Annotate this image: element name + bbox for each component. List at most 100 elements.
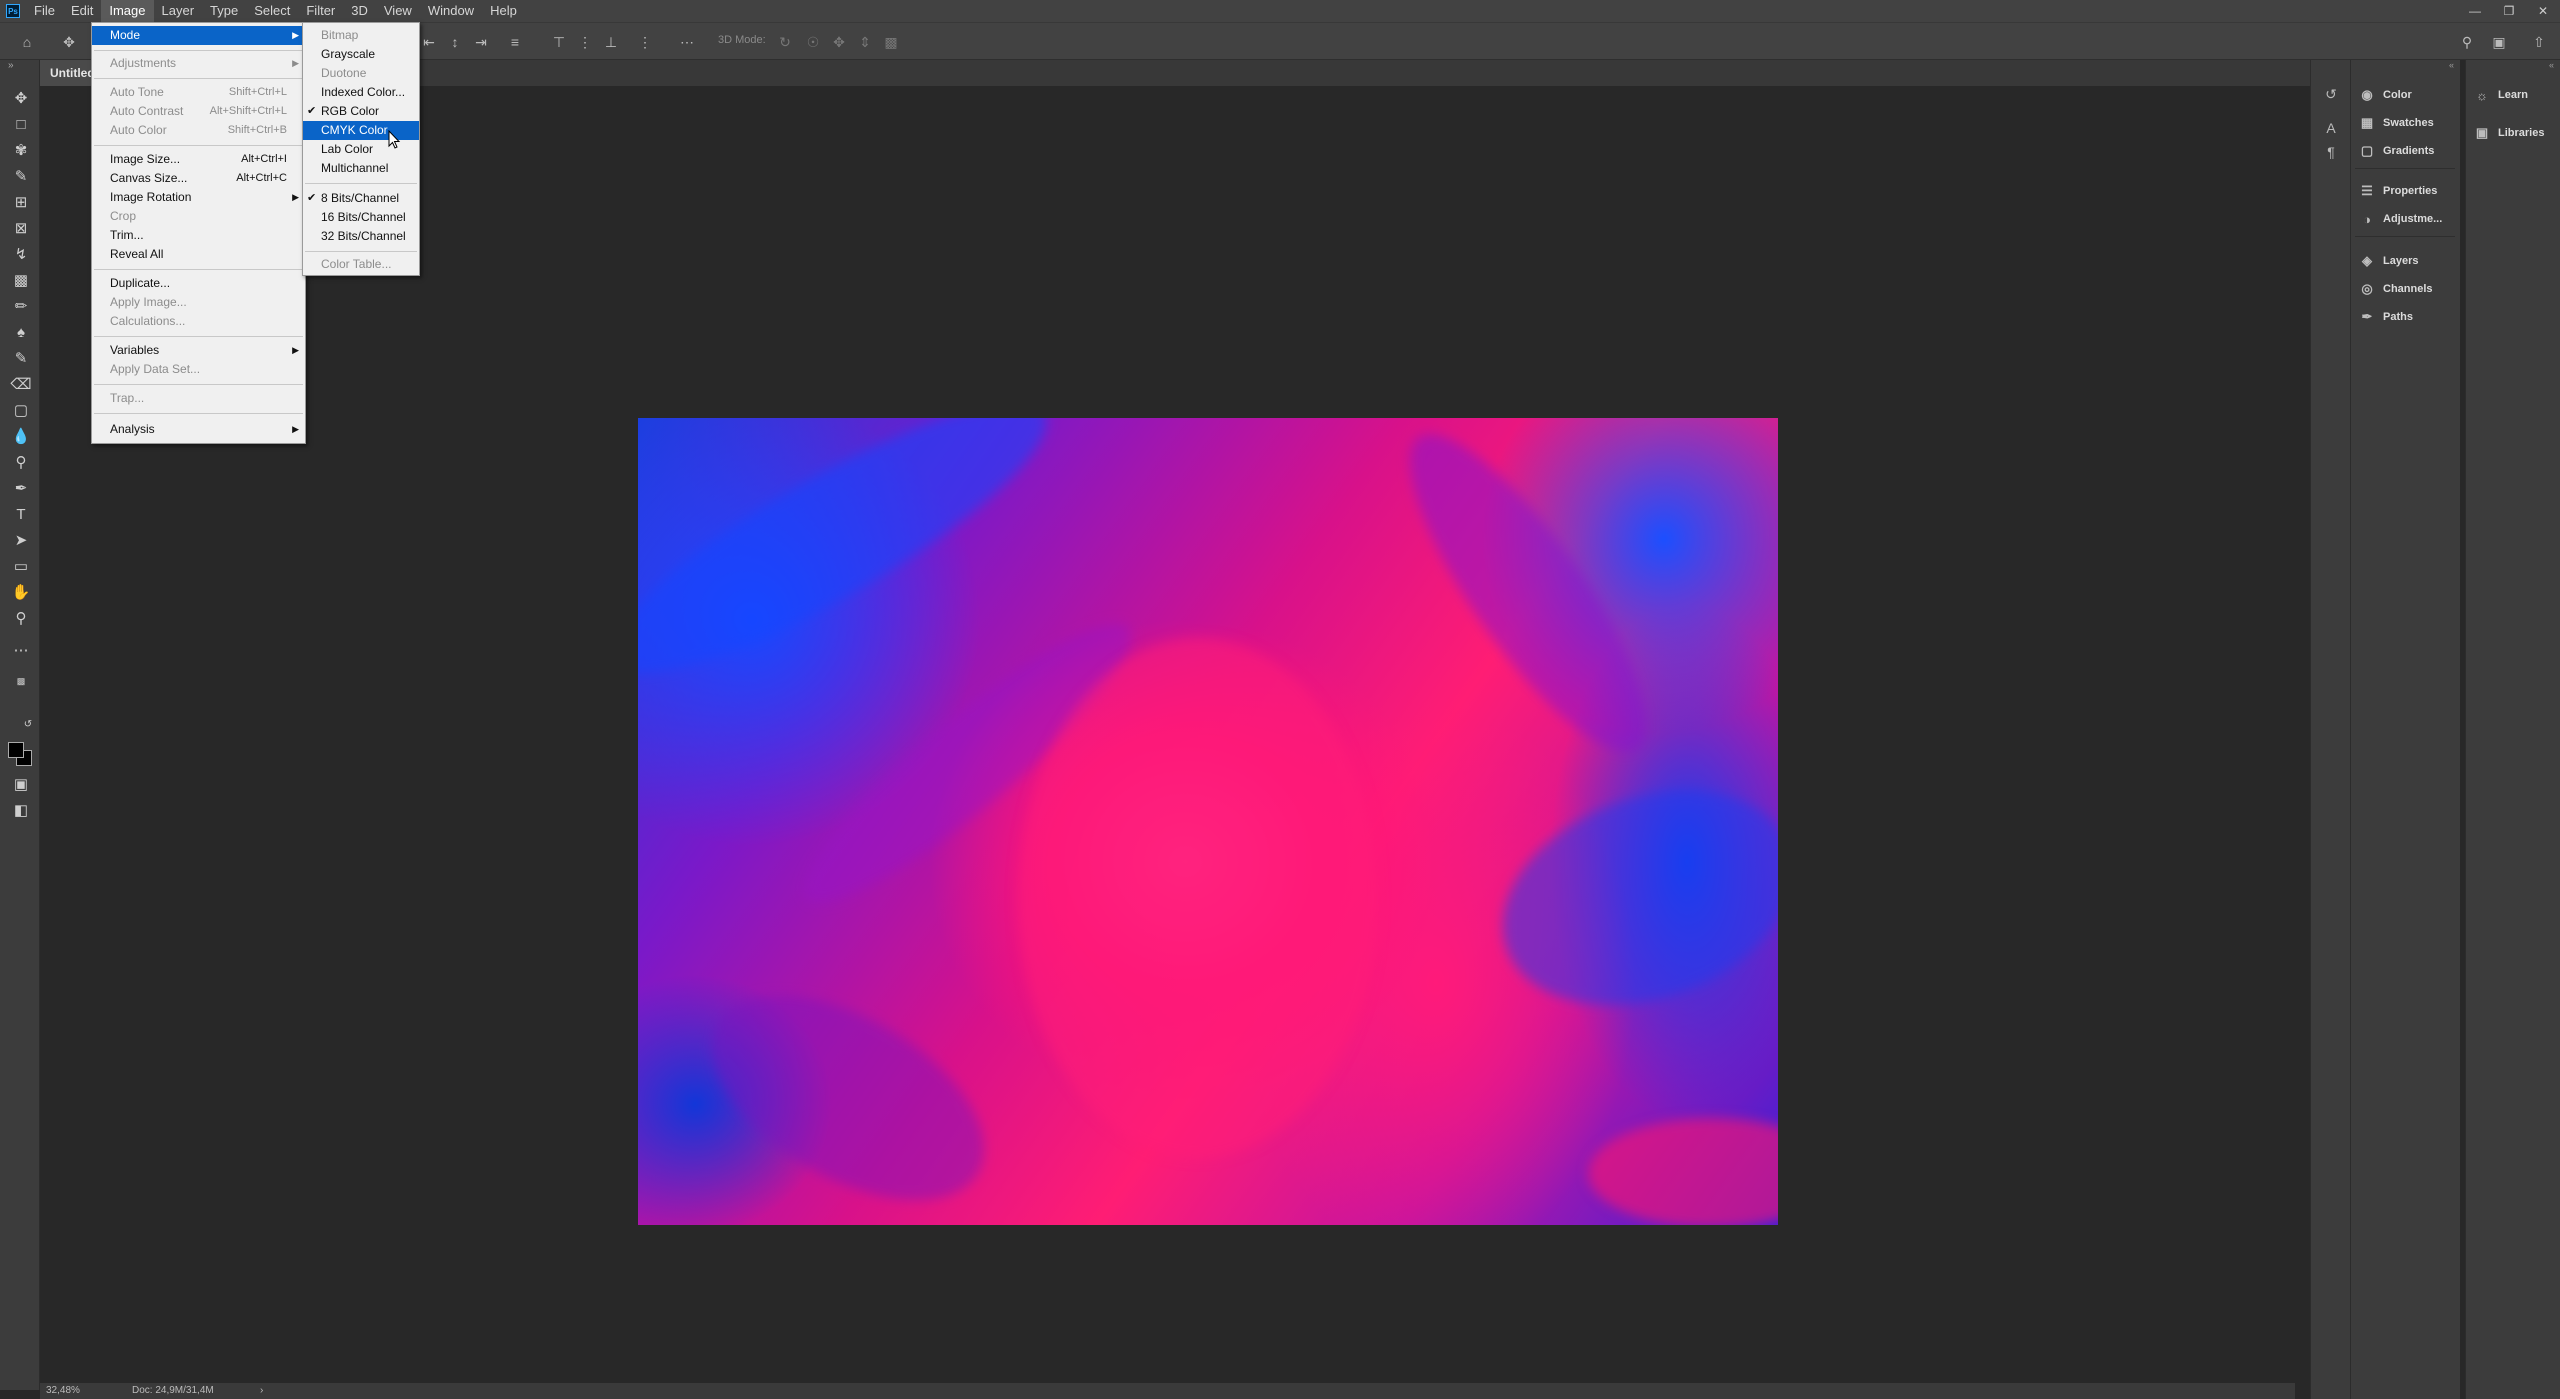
3d-orbit-icon[interactable]: ↻	[776, 33, 794, 51]
path-select-icon[interactable]: ➤	[10, 530, 32, 552]
distribute-icon[interactable]: ≡	[506, 33, 524, 51]
default-colors-icon[interactable]: ▩	[10, 670, 32, 692]
menu-item-adjustments[interactable]: Adjustments ▶	[92, 54, 305, 73]
menu-filter[interactable]: Filter	[298, 0, 343, 22]
hand-tool-icon[interactable]: ✋	[10, 582, 32, 604]
foreground-color-swatch[interactable]	[8, 742, 24, 758]
menu-item-reveal-all[interactable]: Reveal All	[92, 245, 305, 264]
healing-brush-icon[interactable]: ▩	[10, 270, 32, 292]
frame-tool-icon[interactable]: ⊠	[10, 218, 32, 240]
menu-item-mode[interactable]: Mode ▶	[92, 26, 305, 45]
quick-select-icon[interactable]: ✎	[10, 166, 32, 188]
3d-slide-icon[interactable]: ⇕	[856, 33, 874, 51]
more-options-icon[interactable]: ⋯	[678, 33, 696, 51]
pen-tool-icon[interactable]: ✒	[10, 478, 32, 500]
align-middle-icon[interactable]: ⋮	[576, 33, 594, 51]
menu-item-trim[interactable]: Trim...	[92, 226, 305, 245]
mode-item-color-table[interactable]: Color Table...	[303, 255, 419, 274]
menu-item-auto-color[interactable]: Auto Color Shift+Ctrl+B	[92, 121, 305, 140]
menu-item-apply-image[interactable]: Apply Image...	[92, 293, 305, 312]
menu-item-variables[interactable]: Variables ▶	[92, 341, 305, 360]
type-tool-icon[interactable]: T	[10, 504, 32, 526]
panel-layers[interactable]: ◈ Layers	[2359, 250, 2418, 272]
quick-mask-icon[interactable]: ▣	[10, 774, 32, 796]
panel-swatches[interactable]: ▦ Swatches	[2359, 112, 2434, 134]
brush-tool-icon[interactable]: ✏	[10, 296, 32, 318]
mode-item-rgb-color[interactable]: ✔ RGB Color	[303, 102, 419, 121]
mode-item-8-bits[interactable]: ✔ 8 Bits/Channel	[303, 189, 419, 208]
history-icon[interactable]: ↺	[2321, 84, 2341, 104]
eraser-icon[interactable]: ⌫	[10, 374, 32, 396]
menu-item-calculations[interactable]: Calculations...	[92, 312, 305, 331]
panel-libraries[interactable]: ▣ Libraries	[2474, 122, 2545, 144]
lasso-tool-icon[interactable]: ✾	[10, 140, 32, 162]
mode-item-duotone[interactable]: Duotone	[303, 64, 419, 83]
artwork-image[interactable]	[638, 418, 1778, 1225]
panel-color[interactable]: ◉ Color	[2359, 84, 2411, 106]
panel-gradients[interactable]: ▢ Gradients	[2359, 140, 2435, 162]
menu-image[interactable]: Image	[101, 0, 154, 22]
character-icon[interactable]: A	[2321, 118, 2341, 138]
mode-item-bitmap[interactable]: Bitmap	[303, 26, 419, 45]
menu-item-auto-tone[interactable]: Auto Tone Shift+Ctrl+L	[92, 83, 305, 102]
menu-window[interactable]: Window	[420, 0, 482, 22]
canvas-area[interactable]	[40, 86, 2295, 1383]
distribute-vertical-icon[interactable]: ⋮	[636, 33, 654, 51]
collapse-panels-secondary-icon[interactable]: «	[2466, 60, 2560, 70]
mode-item-32-bits[interactable]: 32 Bits/Channel	[303, 227, 419, 246]
eyedropper-icon[interactable]: ↯	[10, 244, 32, 266]
collapse-icon[interactable]: »	[8, 60, 14, 71]
menu-item-crop[interactable]: Crop	[92, 207, 305, 226]
align-top-icon[interactable]: ⊤	[550, 33, 568, 51]
mode-item-indexed-color[interactable]: Indexed Color...	[303, 83, 419, 102]
blur-tool-icon[interactable]: 💧	[10, 426, 32, 448]
history-brush-icon[interactable]: ✎	[10, 348, 32, 370]
dodge-tool-icon[interactable]: ⚲	[10, 452, 32, 474]
swap-colors-icon[interactable]: ↺	[22, 714, 34, 736]
panel-paths[interactable]: ✒ Paths	[2359, 306, 2413, 328]
menu-edit[interactable]: Edit	[63, 0, 101, 22]
menu-layer[interactable]: Layer	[154, 0, 203, 22]
rectangle-tool-icon[interactable]: ▭	[10, 556, 32, 578]
3d-camera-icon[interactable]: ▩	[882, 33, 900, 51]
paragraph-icon[interactable]: ¶	[2321, 142, 2341, 162]
menu-item-duplicate[interactable]: Duplicate...	[92, 274, 305, 293]
mode-item-grayscale[interactable]: Grayscale	[303, 45, 419, 64]
move-tool-icon[interactable]: ✥	[10, 88, 32, 110]
zoom-tool-icon[interactable]: ⚲	[10, 608, 32, 630]
crop-tool-icon[interactable]: ⊞	[10, 192, 32, 214]
menu-3d[interactable]: 3D	[343, 0, 376, 22]
gradient-tool-icon[interactable]: ▢	[10, 400, 32, 422]
menu-item-auto-contrast[interactable]: Auto Contrast Alt+Shift+Ctrl+L	[92, 102, 305, 121]
move-tool-icon[interactable]: ✥	[60, 33, 78, 51]
3d-pan-icon[interactable]: ✥	[830, 33, 848, 51]
screen-mode-icon[interactable]: ◧	[10, 800, 32, 822]
close-icon[interactable]: ✕	[2526, 0, 2560, 22]
align-bottom-icon[interactable]: ⊥	[602, 33, 620, 51]
panel-learn[interactable]: ☼ Learn	[2474, 84, 2528, 106]
restore-icon[interactable]: ❐	[2492, 0, 2526, 22]
share-icon[interactable]: ⇧	[2530, 33, 2548, 51]
menu-item-trap[interactable]: Trap...	[92, 389, 305, 408]
stamp-tool-icon[interactable]: ♠	[10, 322, 32, 344]
menu-file[interactable]: File	[26, 0, 63, 22]
panel-adjustments[interactable]: ◑ Adjustme...	[2359, 208, 2442, 230]
workspace-icon[interactable]: ▣	[2490, 33, 2508, 51]
menu-view[interactable]: View	[376, 0, 420, 22]
status-arrow-icon[interactable]: ›	[260, 1385, 263, 1396]
menu-item-image-rotation[interactable]: Image Rotation ▶	[92, 188, 305, 207]
menu-select[interactable]: Select	[246, 0, 298, 22]
collapse-panels-icon[interactable]: «	[2351, 60, 2460, 70]
menu-item-apply-data-set[interactable]: Apply Data Set...	[92, 360, 305, 379]
menu-item-canvas-size[interactable]: Canvas Size... Alt+Ctrl+C	[92, 169, 305, 188]
mode-item-16-bits[interactable]: 16 Bits/Channel	[303, 208, 419, 227]
zoom-level[interactable]: 32,48%	[46, 1385, 80, 1396]
panel-channels[interactable]: ◎ Channels	[2359, 278, 2432, 300]
align-right-icon[interactable]: ⇥	[472, 33, 490, 51]
home-icon[interactable]: ⌂	[18, 33, 36, 51]
menu-item-analysis[interactable]: Analysis ▶	[92, 420, 305, 439]
align-left-icon[interactable]: ⇤	[420, 33, 438, 51]
search-icon[interactable]: ⚲	[2458, 33, 2476, 51]
edit-toolbar-icon[interactable]: ⋯	[10, 640, 32, 662]
panel-properties[interactable]: ☰ Properties	[2359, 180, 2437, 202]
